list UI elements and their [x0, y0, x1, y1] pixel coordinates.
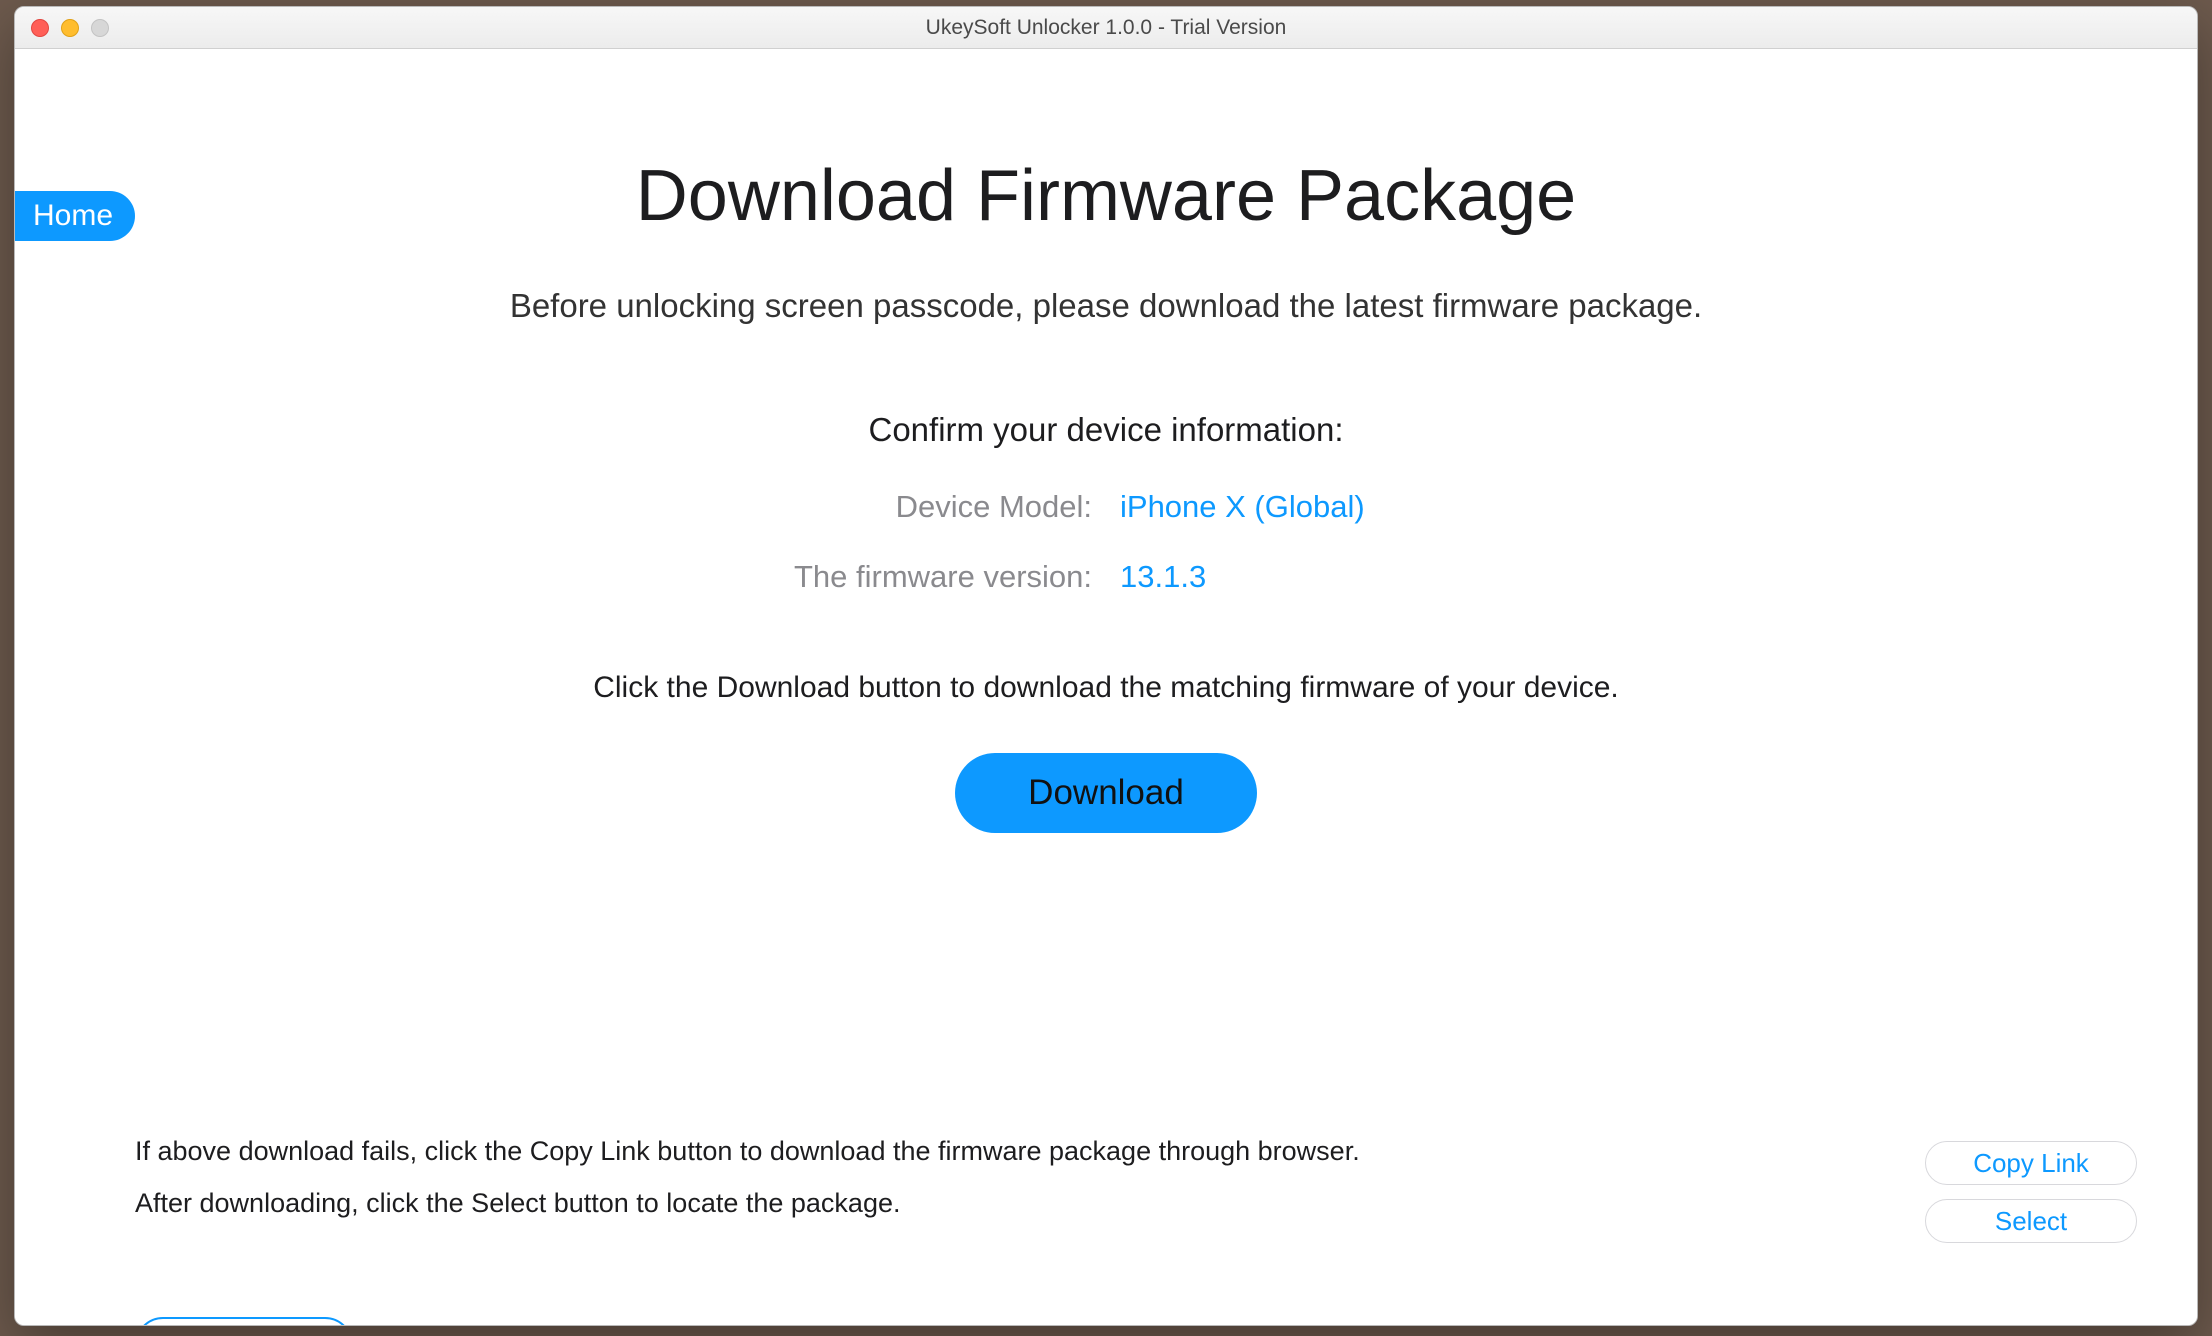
- help-line-2: After downloading, click the Select butt…: [135, 1178, 1360, 1229]
- help-line-1: If above download fails, click the Copy …: [135, 1126, 1360, 1177]
- close-icon[interactable]: [31, 19, 49, 37]
- titlebar: UkeySoft Unlocker 1.0.0 - Trial Version: [15, 7, 2197, 49]
- device-info-grid: Device Model: iPhone X (Global) The firm…: [606, 489, 1606, 595]
- back-button[interactable]: Back: [135, 1317, 353, 1326]
- traffic-lights: [15, 19, 109, 37]
- firmware-version-value[interactable]: 13.1.3: [1120, 559, 1606, 595]
- side-buttons: Copy Link Select: [1925, 1141, 2137, 1243]
- device-model-value[interactable]: iPhone X (Global): [1120, 489, 1606, 525]
- download-button[interactable]: Download: [955, 753, 1257, 833]
- page-title: Download Firmware Package: [15, 155, 2197, 237]
- device-model-label: Device Model:: [606, 489, 1092, 525]
- minimize-icon[interactable]: [61, 19, 79, 37]
- help-text: If above download fails, click the Copy …: [135, 1126, 1360, 1229]
- home-tab[interactable]: Home: [15, 191, 135, 241]
- page-subtitle: Before unlocking screen passcode, please…: [15, 287, 2197, 325]
- app-window: UkeySoft Unlocker 1.0.0 - Trial Version …: [14, 6, 2198, 1326]
- window-title: UkeySoft Unlocker 1.0.0 - Trial Version: [15, 16, 2197, 40]
- confirm-info-label: Confirm your device information:: [15, 411, 2197, 449]
- copy-link-button[interactable]: Copy Link: [1925, 1141, 2137, 1185]
- download-instruction: Click the Download button to download th…: [15, 671, 2197, 705]
- content-area: Home Download Firmware Package Before un…: [15, 155, 2197, 1326]
- maximize-icon[interactable]: [91, 19, 109, 37]
- select-button[interactable]: Select: [1925, 1199, 2137, 1243]
- firmware-version-label: The firmware version:: [606, 559, 1092, 595]
